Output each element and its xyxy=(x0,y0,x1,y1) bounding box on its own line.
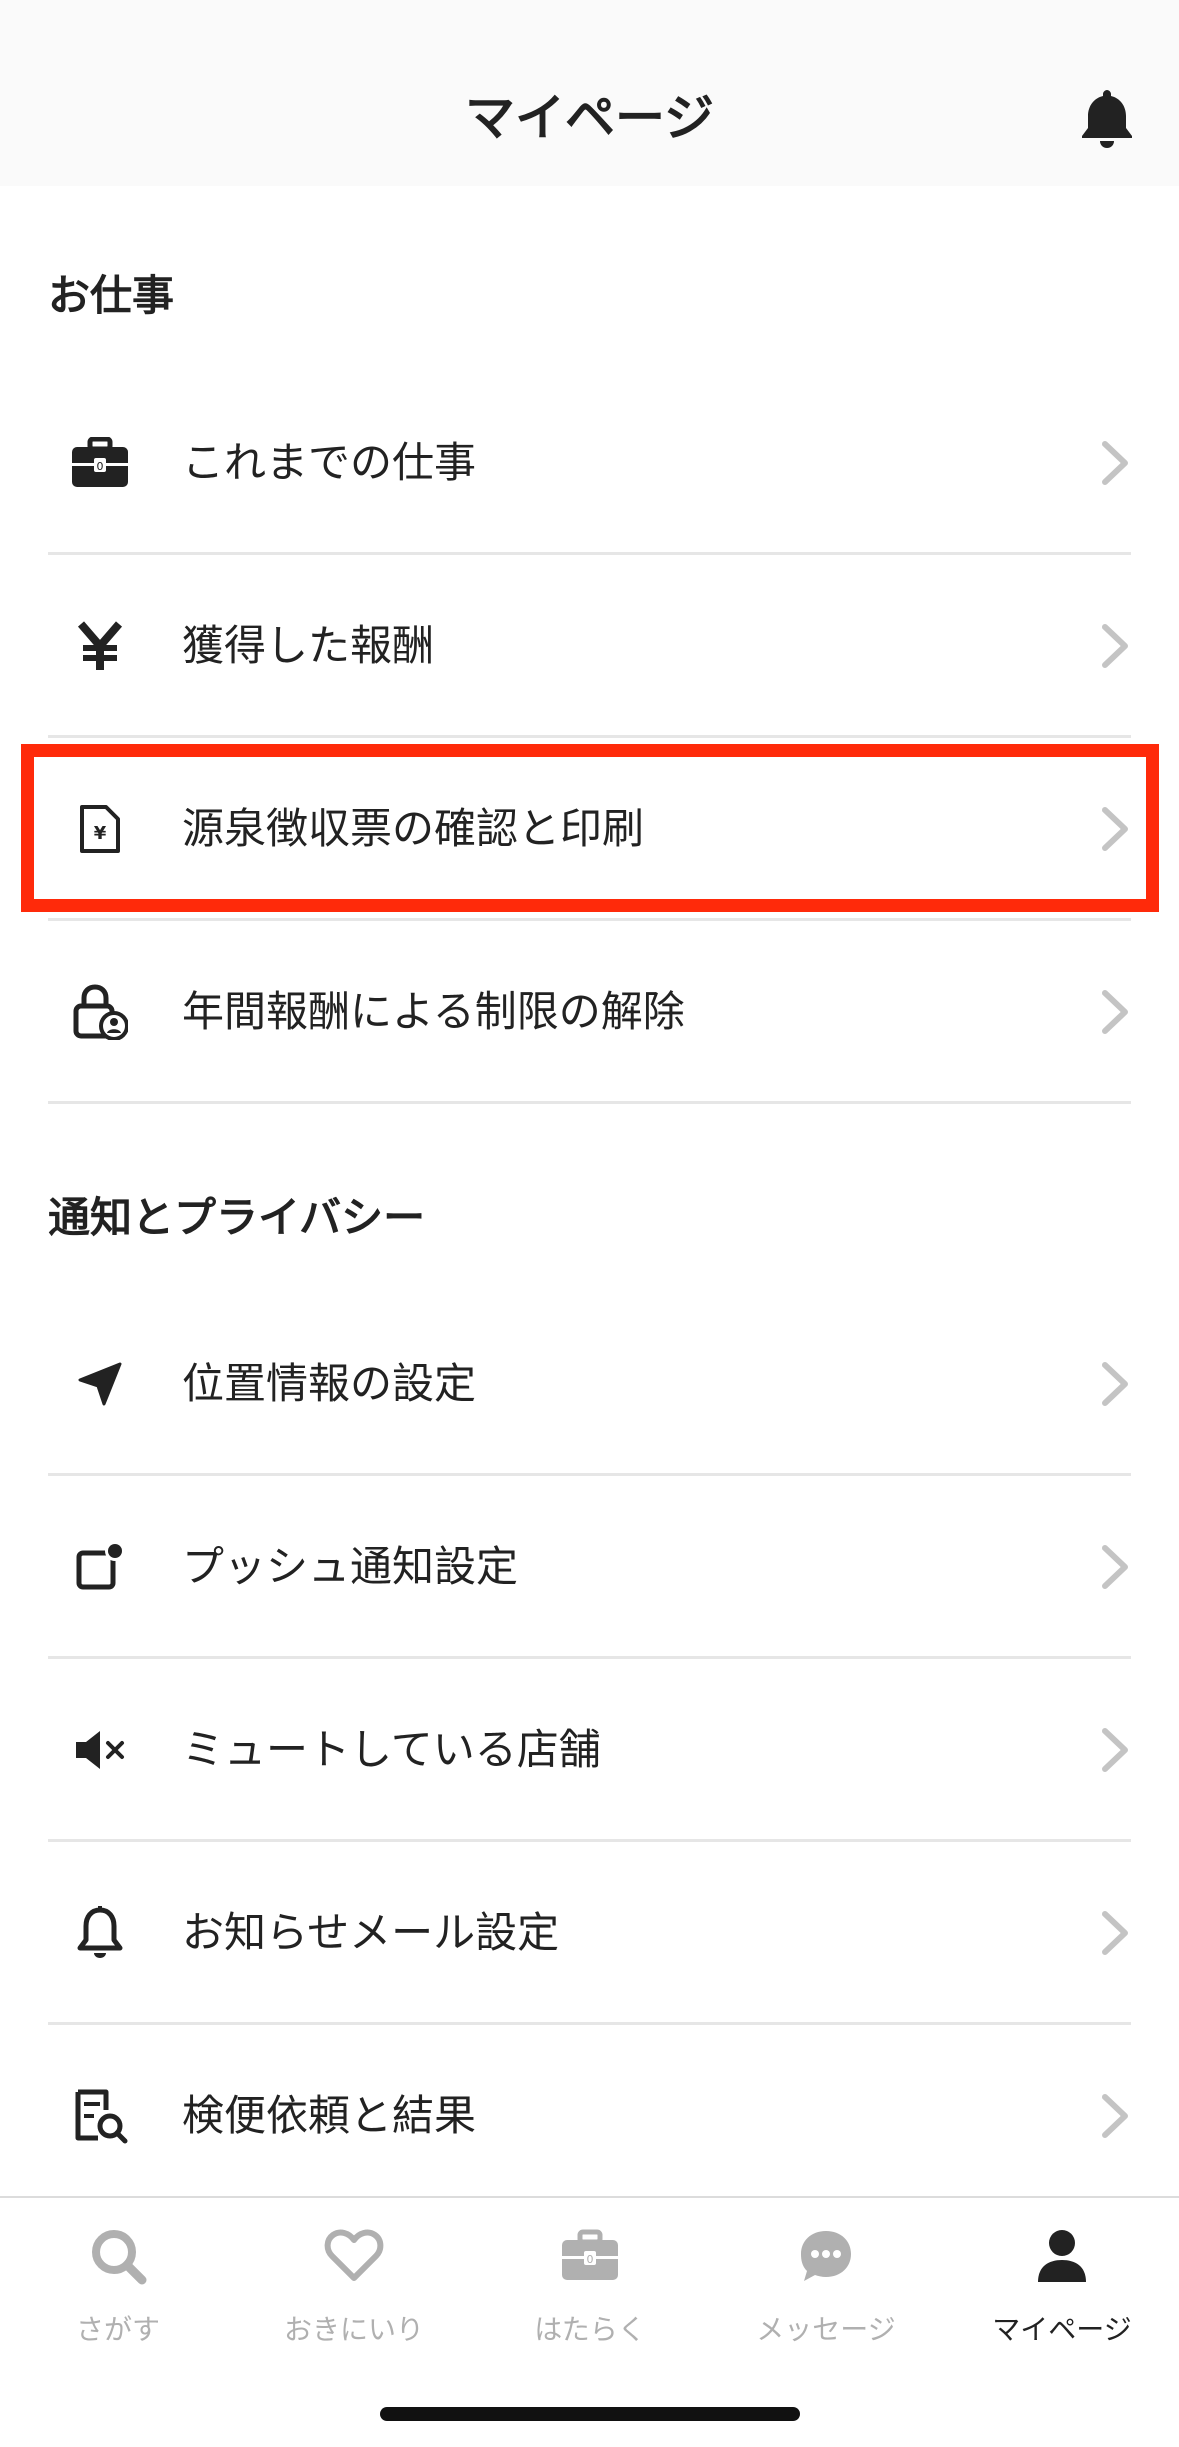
menu-item-unlock-annual-limit[interactable]: 年間報酬による制限の解除 xyxy=(48,921,1131,1104)
chevron-right-icon xyxy=(1099,1359,1131,1409)
chevron-right-icon xyxy=(1099,621,1131,671)
menu-item-push-notification-settings[interactable]: プッシュ通知設定 xyxy=(48,1476,1131,1659)
chevron-right-icon xyxy=(1099,1725,1131,1775)
menu-item-stool-test[interactable]: 検便依頼と結果 xyxy=(48,2025,1131,2208)
menu-item-label: 年間報酬による制限の解除 xyxy=(182,987,685,1036)
menu-item-label: 獲得した報酬 xyxy=(182,621,435,670)
svg-text:0: 0 xyxy=(97,460,104,473)
briefcase-icon: 0 xyxy=(560,2226,620,2286)
menu-item-muted-stores[interactable]: ミュートしている店舗 xyxy=(48,1659,1131,1842)
menu-item-notice-mail-settings[interactable]: お知らせメール設定 xyxy=(48,1842,1131,2025)
tab-favorites[interactable]: おきにいり xyxy=(236,2226,472,2376)
menu-item-location-settings[interactable]: 位置情報の設定 xyxy=(48,1293,1131,1476)
chevron-right-icon xyxy=(1099,1908,1131,1958)
bell-icon[interactable] xyxy=(1078,86,1136,148)
tab-work[interactable]: 0 はたらく xyxy=(472,2226,708,2376)
menu-item-earned-rewards[interactable]: 獲得した報酬 xyxy=(48,555,1131,738)
home-indicator xyxy=(380,2407,800,2421)
tab-label: メッセージ xyxy=(756,2313,896,2346)
page-title: マイページ xyxy=(465,89,714,147)
briefcase-icon: 0 xyxy=(70,432,130,494)
highlight-box xyxy=(21,744,1159,912)
menu-item-label: 検便依頼と結果 xyxy=(182,2091,477,2140)
chevron-right-icon xyxy=(1099,2091,1131,2141)
svg-text:0: 0 xyxy=(587,2253,594,2266)
menu-item-label: お知らせメール設定 xyxy=(182,1908,560,1957)
test-search-icon xyxy=(70,2085,130,2147)
bell-outline-icon xyxy=(70,1902,130,1964)
section-title-work: お仕事 xyxy=(48,271,175,320)
chevron-right-icon xyxy=(1099,438,1131,488)
yen-icon xyxy=(70,615,130,677)
section-title-notifications-privacy: 通知とプライバシー xyxy=(48,1193,426,1242)
person-icon xyxy=(1032,2226,1092,2286)
menu-item-label: 位置情報の設定 xyxy=(182,1359,477,1408)
tab-label: マイページ xyxy=(992,2313,1132,2346)
header-bar: マイページ xyxy=(0,0,1179,186)
menu-item-label: これまでの仕事 xyxy=(182,438,477,487)
chevron-right-icon xyxy=(1099,987,1131,1037)
tab-messages[interactable]: メッセージ xyxy=(708,2226,944,2376)
menu-item-label: プッシュ通知設定 xyxy=(182,1542,519,1591)
tab-label: はたらく xyxy=(534,2313,646,2346)
heart-icon xyxy=(324,2226,384,2286)
divider xyxy=(48,1101,1131,1104)
tab-mypage[interactable]: マイページ xyxy=(944,2226,1179,2376)
tab-label: おきにいり xyxy=(283,2313,424,2346)
mute-icon xyxy=(70,1719,130,1781)
location-arrow-icon xyxy=(70,1353,130,1415)
menu-item-past-jobs[interactable]: 0 これまでの仕事 xyxy=(48,372,1131,555)
push-notification-icon xyxy=(70,1536,130,1598)
lock-user-icon xyxy=(70,981,130,1043)
tab-search[interactable]: さがす xyxy=(0,2226,236,2376)
tab-label: さがす xyxy=(75,2313,160,2346)
chevron-right-icon xyxy=(1099,1542,1131,1592)
chat-bubble-icon xyxy=(796,2226,856,2286)
menu-item-label: ミュートしている店舗 xyxy=(182,1725,601,1774)
search-icon xyxy=(88,2226,148,2286)
